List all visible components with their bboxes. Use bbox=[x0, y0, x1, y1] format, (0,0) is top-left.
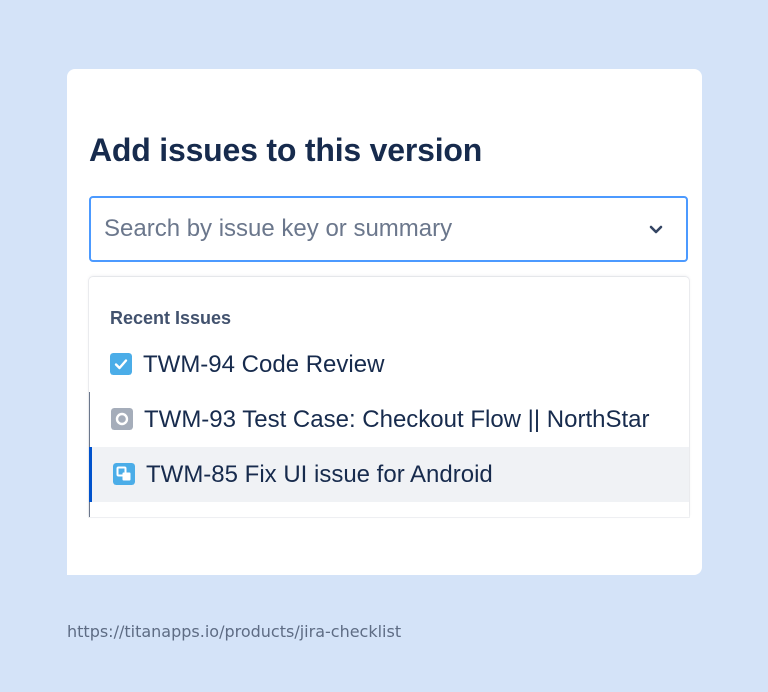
add-issues-dialog: Add issues to this version Recent Issues… bbox=[67, 69, 702, 575]
issue-option-twm-93[interactable]: TWM-93 Test Case: Checkout Flow || North… bbox=[89, 392, 689, 447]
subtask-icon bbox=[113, 463, 135, 485]
issue-search-select[interactable] bbox=[89, 196, 688, 262]
recent-issues-heading: Recent Issues bbox=[110, 308, 232, 328]
issue-option-twm-85[interactable]: TWM-85 Fix UI issue for Android bbox=[89, 447, 689, 502]
search-input[interactable] bbox=[104, 198, 624, 260]
dialog-title: Add issues to this version bbox=[89, 132, 483, 168]
chevron-down-icon[interactable] bbox=[646, 219, 666, 239]
issue-option-label: TWM-93 Test Case: Checkout Flow || North… bbox=[144, 406, 650, 433]
issue-option-twm-94[interactable]: TWM-94 Code Review bbox=[89, 337, 689, 392]
source-url[interactable]: https://titanapps.io/products/jira-check… bbox=[67, 622, 401, 641]
checkbox-task-icon bbox=[110, 353, 132, 375]
issue-option-label: TWM-94 Code Review bbox=[143, 351, 385, 378]
issue-option-label: TWM-85 Fix UI issue for Android bbox=[146, 461, 493, 488]
issue-dropdown-menu: Recent Issues TWM-94 Code Review TWM-93 … bbox=[89, 277, 689, 517]
test-case-icon bbox=[111, 408, 133, 430]
menu-edge-line bbox=[89, 502, 90, 517]
